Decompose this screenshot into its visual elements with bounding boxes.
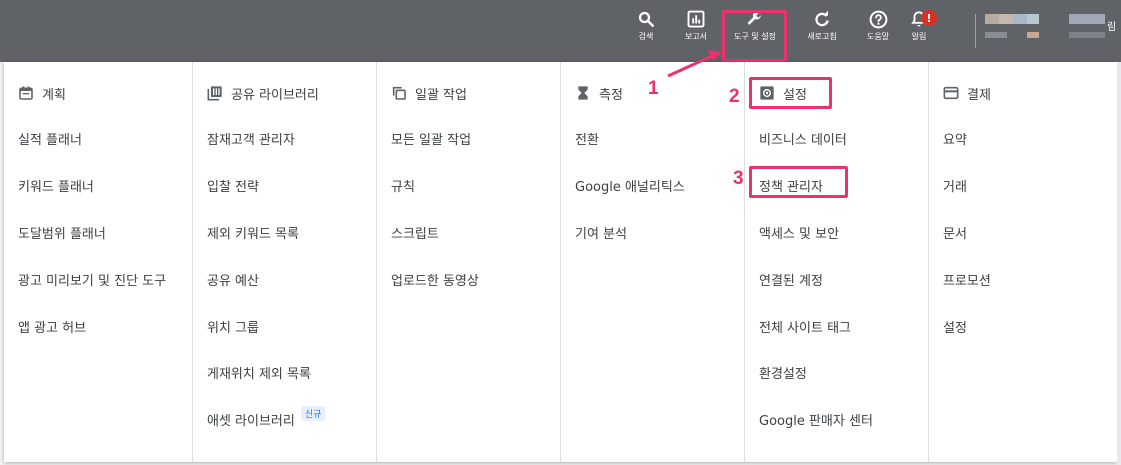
- page-edge: [1117, 62, 1121, 465]
- step-number-2: 2: [729, 86, 740, 107]
- step-number-1: 1: [648, 78, 659, 99]
- step-number-3: 3: [733, 168, 744, 189]
- annotation-arrow: [667, 50, 722, 78]
